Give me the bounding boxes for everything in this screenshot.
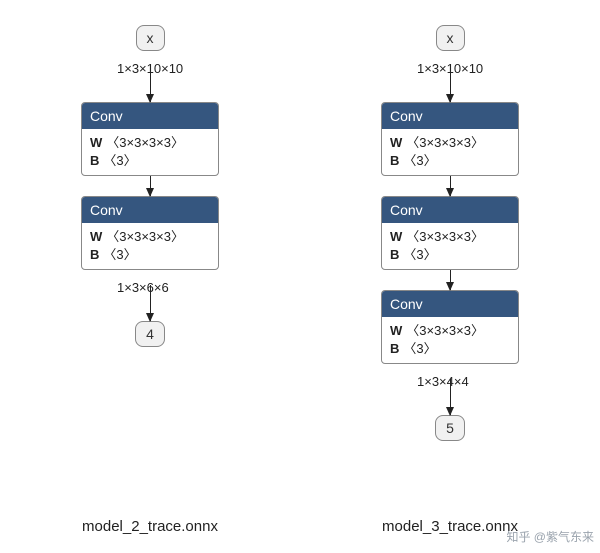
op-header: Conv bbox=[382, 103, 518, 129]
arrow-down-icon bbox=[450, 176, 451, 196]
param-row: W〈3×3×3×3〉 bbox=[90, 134, 210, 152]
op-body: W〈3×3×3×3〉 B〈3〉 bbox=[82, 223, 218, 269]
param-row: B〈3〉 bbox=[90, 152, 210, 170]
param-row: W〈3×3×3×3〉 bbox=[90, 228, 210, 246]
graph-left: x 1×3×10×10 Conv W〈3×3×3×3〉 B〈3〉 Conv W〈… bbox=[81, 25, 219, 441]
input-node: x bbox=[436, 25, 465, 51]
op-header: Conv bbox=[82, 197, 218, 223]
watermark: 知乎 @紫气东来 bbox=[506, 528, 594, 545]
param-row: W〈3×3×3×3〉 bbox=[390, 322, 510, 340]
arrow-down-icon bbox=[150, 66, 151, 102]
edge-label: 1×3×10×10 bbox=[381, 51, 483, 76]
arrow-down-icon bbox=[450, 66, 451, 102]
output-label: 4 bbox=[146, 326, 154, 342]
edge-label: 1×3×10×10 bbox=[81, 51, 183, 76]
input-label: x bbox=[447, 30, 454, 46]
conv-op: Conv W〈3×3×3×3〉 B〈3〉 bbox=[381, 290, 519, 364]
op-header: Conv bbox=[382, 291, 518, 317]
param-row: B〈3〉 bbox=[390, 340, 510, 358]
param-row: W〈3×3×3×3〉 bbox=[390, 134, 510, 152]
param-row: B〈3〉 bbox=[390, 152, 510, 170]
arrow-down-icon bbox=[150, 285, 151, 321]
arrow-down-icon bbox=[450, 379, 451, 415]
op-body: W〈3×3×3×3〉 B〈3〉 bbox=[382, 129, 518, 175]
param-row: B〈3〉 bbox=[390, 246, 510, 264]
op-body: W〈3×3×3×3〉 B〈3〉 bbox=[82, 129, 218, 175]
output-node: 5 bbox=[435, 415, 465, 441]
input-node: x bbox=[136, 25, 165, 51]
param-row: W〈3×3×3×3〉 bbox=[390, 228, 510, 246]
diagram-wrap: x 1×3×10×10 Conv W〈3×3×3×3〉 B〈3〉 Conv W〈… bbox=[0, 0, 600, 441]
edge-label: 1×3×4×4 bbox=[381, 364, 469, 389]
conv-op: Conv W〈3×3×3×3〉 B〈3〉 bbox=[81, 196, 219, 270]
param-row: B〈3〉 bbox=[90, 246, 210, 264]
arrow-down-icon bbox=[450, 270, 451, 290]
graph-right: x 1×3×10×10 Conv W〈3×3×3×3〉 B〈3〉 Conv W〈… bbox=[381, 25, 519, 441]
caption-left: model_2_trace.onnx bbox=[82, 518, 218, 535]
conv-op: Conv W〈3×3×3×3〉 B〈3〉 bbox=[81, 102, 219, 176]
conv-op: Conv W〈3×3×3×3〉 B〈3〉 bbox=[381, 196, 519, 270]
op-header: Conv bbox=[82, 103, 218, 129]
op-body: W〈3×3×3×3〉 B〈3〉 bbox=[382, 223, 518, 269]
conv-op: Conv W〈3×3×3×3〉 B〈3〉 bbox=[381, 102, 519, 176]
input-label: x bbox=[147, 30, 154, 46]
arrow-down-icon bbox=[150, 176, 151, 196]
caption-right: model_3_trace.onnx bbox=[382, 518, 518, 535]
edge-label: 1×3×6×6 bbox=[81, 270, 169, 295]
output-node: 4 bbox=[135, 321, 165, 347]
op-header: Conv bbox=[382, 197, 518, 223]
output-label: 5 bbox=[446, 420, 454, 436]
op-body: W〈3×3×3×3〉 B〈3〉 bbox=[382, 317, 518, 363]
